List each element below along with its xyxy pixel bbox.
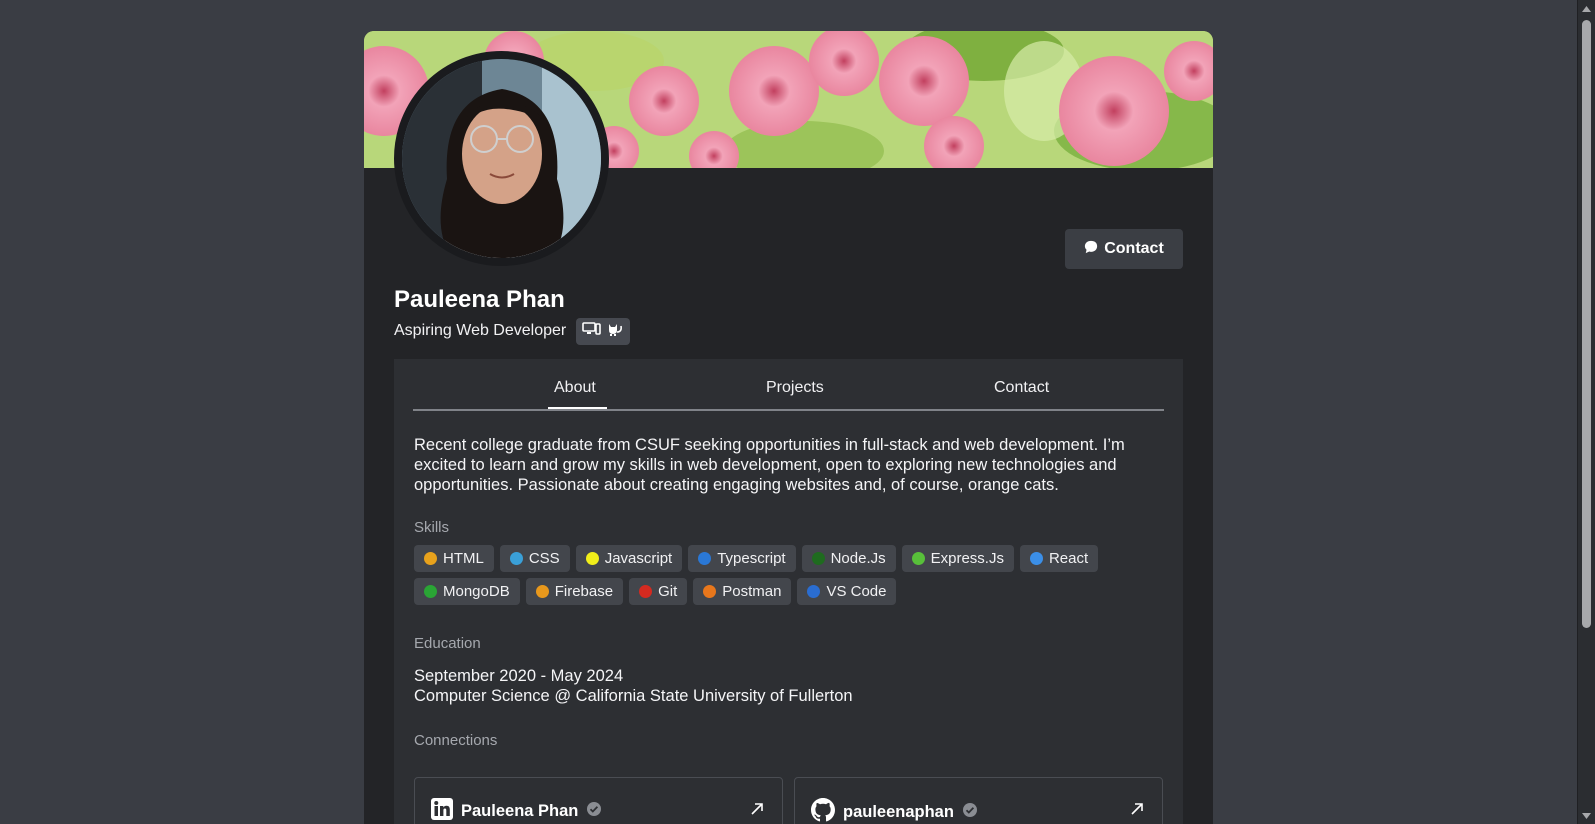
- education-dates: September 2020 - May 2024: [414, 667, 624, 685]
- linkedin-name: Pauleena Phan: [461, 802, 579, 820]
- skill-chip[interactable]: React: [1019, 545, 1099, 572]
- skill-chip[interactable]: Firebase: [525, 578, 624, 605]
- skill-color-dot: [535, 585, 549, 598]
- skill-color-dot: [424, 552, 437, 565]
- scrollbar-thumb[interactable]: [1582, 20, 1591, 628]
- skill-chip[interactable]: Postman: [693, 578, 792, 605]
- profile-card: Contact Pauleena Phan Aspiring Web Devel…: [364, 31, 1213, 824]
- scrollbar[interactable]: [1577, 0, 1595, 824]
- profile-subtitle: Aspiring Web Developer: [394, 322, 567, 339]
- skill-label: Javascript: [604, 550, 673, 567]
- verified-icon: [962, 802, 978, 823]
- external-link-icon: [750, 802, 764, 821]
- skill-label: React: [1048, 550, 1089, 567]
- skill-chip[interactable]: Git: [629, 578, 688, 605]
- skill-label: MongoDB: [443, 583, 510, 600]
- skill-color-dot: [639, 585, 653, 598]
- skills-list: HTML CSS Javascript Typescript Node.Js Expres…: [414, 545, 1114, 605]
- skill-color-dot: [807, 585, 821, 598]
- about-text: Recent college graduate from CSUF seekin…: [414, 436, 1125, 494]
- github-name: pauleenaphan: [843, 803, 954, 821]
- subtitle-row: Aspiring Web Developer: [394, 317, 631, 345]
- skill-color-dot: [424, 585, 437, 598]
- skill-label: Firebase: [554, 583, 614, 600]
- skill-label: Node.Js: [830, 550, 886, 567]
- skill-label: CSS: [528, 550, 560, 567]
- verified-icon: [586, 801, 602, 822]
- github-connection-card[interactable]: pauleenaphan: [794, 777, 1163, 824]
- skill-color-dot: [811, 552, 825, 565]
- skill-chip[interactable]: Typescript: [688, 545, 796, 572]
- cat-icon: [606, 321, 624, 342]
- skill-color-dot: [703, 585, 717, 598]
- skill-chip[interactable]: Javascript: [575, 545, 683, 572]
- skill-chip[interactable]: VS Code: [797, 578, 897, 605]
- chat-bubble-icon: [1084, 240, 1098, 259]
- skill-chip[interactable]: MongoDB: [414, 578, 520, 605]
- profile-name: Pauleena Phan: [394, 286, 565, 313]
- skill-color-dot: [585, 552, 599, 565]
- tab-about[interactable]: About: [554, 379, 596, 397]
- avatar-photo: [402, 59, 601, 258]
- tab-bar: About Projects Contact: [413, 359, 1164, 411]
- contact-button-label: Contact: [1104, 240, 1164, 257]
- active-tab-indicator: [548, 407, 607, 409]
- tab-panel: About Projects Contact Recent college gr…: [394, 359, 1183, 824]
- skill-color-dot: [1029, 552, 1043, 565]
- education-heading: Education: [414, 635, 481, 652]
- skill-label: HTML: [443, 550, 484, 567]
- skill-chip[interactable]: Node.Js: [801, 545, 896, 572]
- skill-chip[interactable]: Express.Js: [901, 545, 1014, 572]
- skill-label: Express.Js: [930, 550, 1004, 567]
- emoji-badge: [576, 317, 631, 345]
- skill-color-dot: [509, 552, 523, 565]
- external-link-icon: [1130, 802, 1144, 821]
- skill-chip[interactable]: HTML: [414, 545, 494, 572]
- tab-contact[interactable]: Contact: [994, 379, 1049, 397]
- connections-heading: Connections: [414, 732, 498, 749]
- tab-projects[interactable]: Projects: [766, 379, 824, 397]
- skill-label: Postman: [722, 583, 782, 600]
- skill-chip[interactable]: CSS: [499, 545, 570, 572]
- scroll-down-arrow-icon[interactable]: [1578, 807, 1595, 824]
- scroll-up-arrow-icon[interactable]: [1578, 0, 1595, 17]
- linkedin-connection-card[interactable]: Pauleena Phan: [414, 777, 783, 824]
- skill-color-dot: [911, 552, 925, 565]
- avatar: [394, 51, 609, 266]
- github-icon: [811, 798, 835, 824]
- linkedin-icon: [431, 798, 453, 824]
- education-school: Computer Science @ California State Univ…: [414, 687, 853, 705]
- computer-icon: [582, 321, 602, 342]
- skill-label: Git: [658, 583, 678, 600]
- skill-label: VS Code: [826, 583, 887, 600]
- contact-button[interactable]: Contact: [1065, 229, 1183, 269]
- skill-color-dot: [698, 552, 712, 565]
- skill-label: Typescript: [717, 550, 786, 567]
- skills-heading: Skills: [414, 519, 450, 536]
